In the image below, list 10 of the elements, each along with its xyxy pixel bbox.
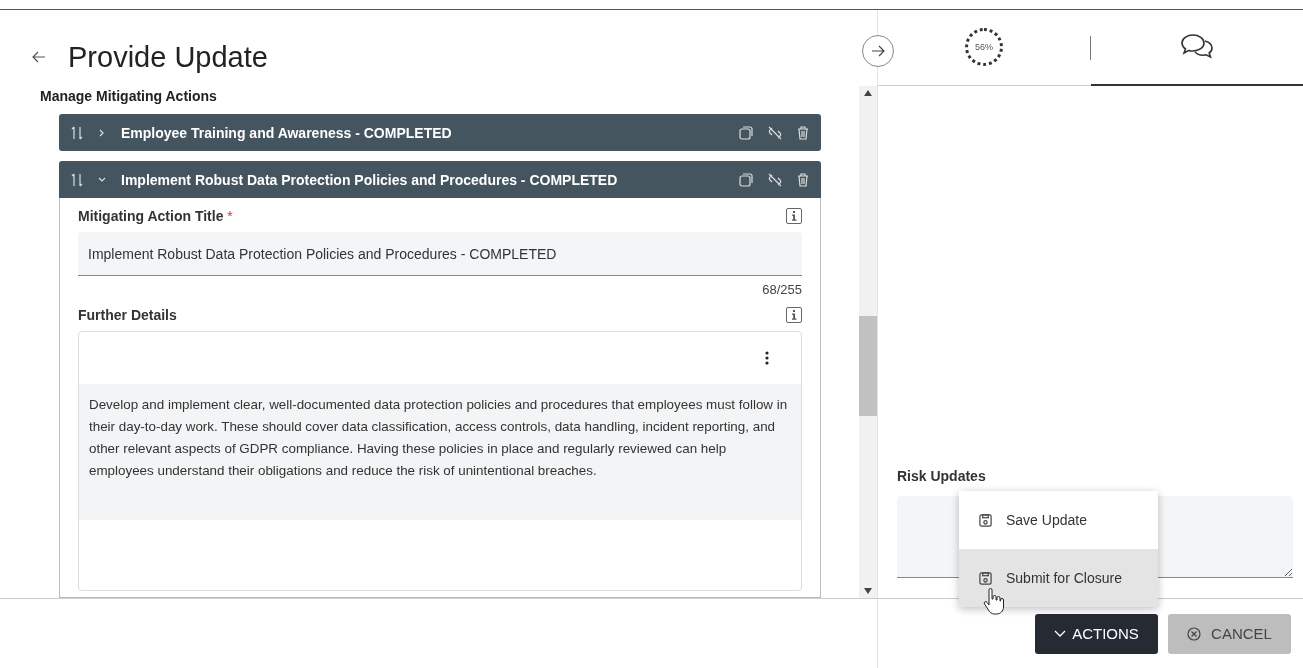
action-title: Employee Training and Awareness - COMPLETED [121, 124, 453, 141]
section-label: Manage Mitigating Actions [40, 88, 218, 104]
field-label: Risk Updates [897, 468, 987, 484]
field-label: Mitigating Action Title * [78, 208, 233, 224]
field-label: Further Details [78, 307, 177, 323]
action-title: Implement Robust Data Protection Policies and Procedures - COMPLETED [121, 171, 619, 188]
details-text: Develop and implement clear, well-documented data protection policies and procedures that employees must follow in their day-to-day work. These should cover data classification, access controls, data handling, incident reporting, and other relevant aspects of GDPR compliance. Having these policies in place and regularly reviewed can help employees understand their obligations and reduce the risk of unintentional breaches. [79, 384, 801, 520]
progress-ring: 56% [965, 28, 1003, 66]
page-title: Provide Update [68, 40, 268, 74]
character-counter: 68/255 [761, 282, 802, 297]
